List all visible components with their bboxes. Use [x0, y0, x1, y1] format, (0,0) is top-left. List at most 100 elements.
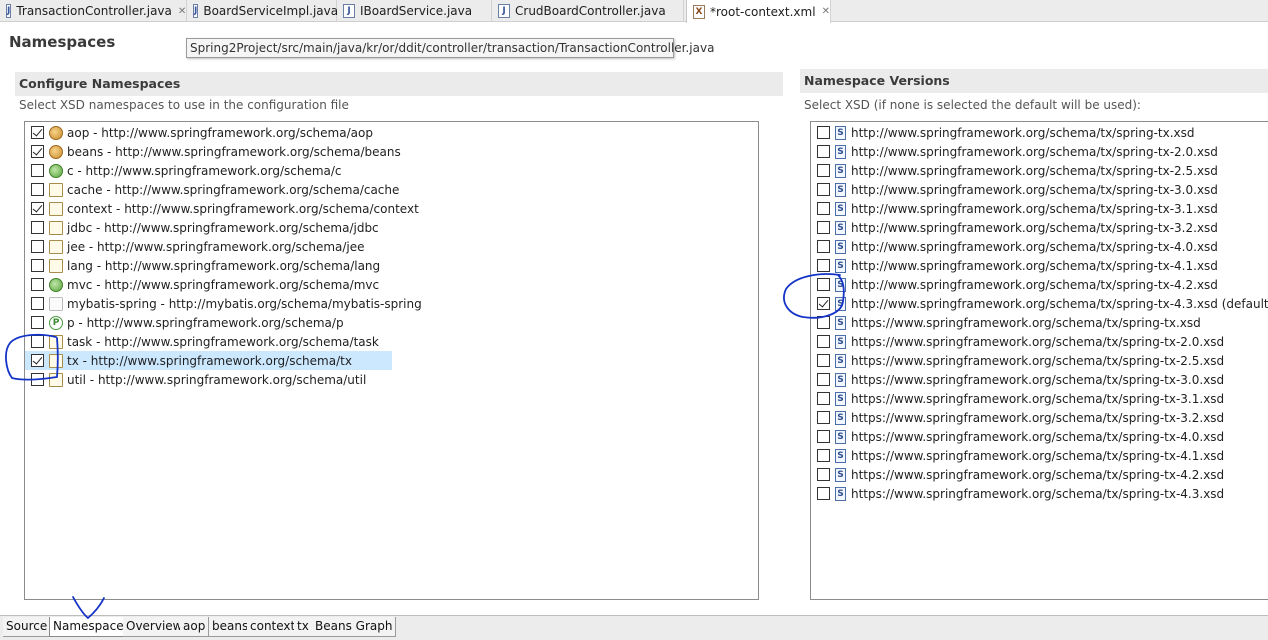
namespace-row[interactable]: util - http://www.springframework.org/sc…: [25, 370, 725, 389]
version-row[interactable]: Shttp://www.springframework.org/schema/t…: [811, 294, 1268, 313]
editor-tab-boardserviceimpl[interactable]: J BoardServiceImpl.java: [187, 0, 338, 22]
version-checkbox[interactable]: [817, 297, 830, 310]
namespace-checkbox[interactable]: [31, 373, 44, 386]
version-checkbox[interactable]: [817, 202, 830, 215]
version-row[interactable]: Shttps://www.springframework.org/schema/…: [811, 313, 1261, 332]
namespace-row[interactable]: tx - http://www.springframework.org/sche…: [25, 351, 392, 370]
version-checkbox[interactable]: [817, 411, 830, 424]
namespace-row[interactable]: cache - http://www.springframework.org/s…: [25, 180, 725, 199]
editor-tab-bar: J TransactionController.java ✕ J BoardSe…: [0, 0, 1268, 23]
bottom-tab-tx[interactable]: tx: [294, 617, 313, 637]
version-row[interactable]: Shttps://www.springframework.org/schema/…: [811, 427, 1261, 446]
bottom-tab-beans[interactable]: beans: [209, 617, 253, 637]
namespace-checkbox[interactable]: [31, 354, 44, 367]
version-row[interactable]: Shttp://www.springframework.org/schema/t…: [811, 275, 1261, 294]
namespace-list[interactable]: aop - http://www.springframework.org/sch…: [24, 121, 759, 600]
version-label: http://www.springframework.org/schema/tx…: [851, 201, 1218, 216]
java-file-icon: J: [343, 4, 355, 18]
namespace-label: jdbc - http://www.springframework.org/sc…: [67, 220, 379, 235]
version-row[interactable]: Shttps://www.springframework.org/schema/…: [811, 370, 1261, 389]
namespace-checkbox[interactable]: [31, 335, 44, 348]
version-checkbox[interactable]: [817, 164, 830, 177]
version-checkbox[interactable]: [817, 278, 830, 291]
namespace-checkbox[interactable]: [31, 278, 44, 291]
close-icon[interactable]: ✕: [822, 6, 830, 17]
version-checkbox[interactable]: [817, 487, 830, 500]
version-checkbox[interactable]: [817, 373, 830, 386]
editor-tab-label: TransactionController.java: [16, 4, 172, 18]
version-row[interactable]: Shttp://www.springframework.org/schema/t…: [811, 180, 1261, 199]
editor-tab-iboardservice[interactable]: J IBoardService.java: [337, 0, 492, 22]
version-row[interactable]: Shttp://www.springframework.org/schema/t…: [811, 256, 1261, 275]
configure-namespaces-description: Select XSD namespaces to use in the conf…: [19, 98, 349, 112]
namespace-checkbox[interactable]: [31, 240, 44, 253]
namespace-row[interactable]: lang - http://www.springframework.org/sc…: [25, 256, 725, 275]
version-checkbox[interactable]: [817, 240, 830, 253]
namespace-checkbox[interactable]: [31, 164, 44, 177]
namespace-checkbox[interactable]: [31, 316, 44, 329]
version-row[interactable]: Shttps://www.springframework.org/schema/…: [811, 446, 1261, 465]
xsd-file-icon: S: [835, 182, 846, 197]
version-label: http://www.springframework.org/schema/tx…: [851, 258, 1218, 273]
namespace-row[interactable]: beans - http://www.springframework.org/s…: [25, 142, 725, 161]
version-row[interactable]: Shttp://www.springframework.org/schema/t…: [811, 237, 1261, 256]
version-list[interactable]: Shttp://www.springframework.org/schema/t…: [810, 121, 1268, 600]
version-checkbox[interactable]: [817, 259, 830, 272]
bottom-tab-bar: Source Namespaces Overview aop beans context t…: [0, 615, 1268, 640]
version-row[interactable]: Shttps://www.springframework.org/schema/…: [811, 351, 1261, 370]
namespace-checkbox[interactable]: [31, 183, 44, 196]
version-checkbox[interactable]: [817, 316, 830, 329]
xsd-file-icon: S: [835, 277, 846, 292]
bottom-tab-namespaces[interactable]: Namespaces: [49, 617, 134, 637]
version-checkbox[interactable]: [817, 126, 830, 139]
bottom-tab-aop[interactable]: aop: [180, 617, 210, 637]
bottom-tab-overview[interactable]: Overview: [123, 617, 187, 637]
version-checkbox[interactable]: [817, 468, 830, 481]
namespace-checkbox[interactable]: [31, 221, 44, 234]
bottom-tab-beans-graph[interactable]: Beans Graph: [312, 617, 397, 637]
c-icon: [49, 163, 63, 178]
version-row[interactable]: Shttps://www.springframework.org/schema/…: [811, 408, 1261, 427]
namespace-checkbox[interactable]: [31, 297, 44, 310]
version-row[interactable]: Shttp://www.springframework.org/schema/t…: [811, 123, 1261, 142]
version-checkbox[interactable]: [817, 335, 830, 348]
namespace-checkbox[interactable]: [31, 259, 44, 272]
namespace-row[interactable]: context - http://www.springframework.org…: [25, 199, 725, 218]
editor-tab-crudboardcontroller[interactable]: J CrudBoardController.java: [492, 0, 684, 22]
version-checkbox[interactable]: [817, 354, 830, 367]
version-checkbox[interactable]: [817, 430, 830, 443]
version-checkbox[interactable]: [817, 221, 830, 234]
namespace-row[interactable]: Pp - http://www.springframework.org/sche…: [25, 313, 725, 332]
version-checkbox[interactable]: [817, 449, 830, 462]
editor-tab-root-context[interactable]: X *root-context.xml ✕: [686, 0, 831, 23]
namespace-row[interactable]: jee - http://www.springframework.org/sch…: [25, 237, 725, 256]
bean-icon: [49, 144, 63, 159]
namespace-versions-heading: Namespace Versions: [800, 69, 1268, 93]
namespace-row[interactable]: mybatis-spring - http://mybatis.org/sche…: [25, 294, 725, 313]
namespace-checkbox[interactable]: [31, 126, 44, 139]
namespace-checkbox[interactable]: [31, 202, 44, 215]
version-checkbox[interactable]: [817, 392, 830, 405]
namespace-checkbox[interactable]: [31, 145, 44, 158]
namespace-label: beans - http://www.springframework.org/s…: [67, 144, 401, 159]
version-row[interactable]: Shttps://www.springframework.org/schema/…: [811, 465, 1261, 484]
namespace-row[interactable]: task - http://www.springframework.org/sc…: [25, 332, 725, 351]
version-row[interactable]: Shttps://www.springframework.org/schema/…: [811, 332, 1261, 351]
mvc-icon: [49, 277, 63, 292]
close-icon[interactable]: ✕: [178, 6, 186, 17]
version-row[interactable]: Shttp://www.springframework.org/schema/t…: [811, 142, 1261, 161]
namespace-row[interactable]: jdbc - http://www.springframework.org/sc…: [25, 218, 725, 237]
version-row[interactable]: Shttp://www.springframework.org/schema/t…: [811, 161, 1261, 180]
version-checkbox[interactable]: [817, 183, 830, 196]
version-row[interactable]: Shttp://www.springframework.org/schema/t…: [811, 218, 1261, 237]
editor-tab-transactioncontroller[interactable]: J TransactionController.java ✕: [0, 0, 187, 22]
bottom-tab-source[interactable]: Source: [3, 617, 52, 637]
namespace-row[interactable]: mvc - http://www.springframework.org/sch…: [25, 275, 725, 294]
version-checkbox[interactable]: [817, 145, 830, 158]
version-row[interactable]: Shttps://www.springframework.org/schema/…: [811, 389, 1261, 408]
version-row[interactable]: Shttps://www.springframework.org/schema/…: [811, 484, 1261, 503]
bottom-tab-context[interactable]: context: [247, 617, 300, 637]
namespace-row[interactable]: aop - http://www.springframework.org/sch…: [25, 123, 725, 142]
version-row[interactable]: Shttp://www.springframework.org/schema/t…: [811, 199, 1261, 218]
namespace-row[interactable]: c - http://www.springframework.org/schem…: [25, 161, 725, 180]
